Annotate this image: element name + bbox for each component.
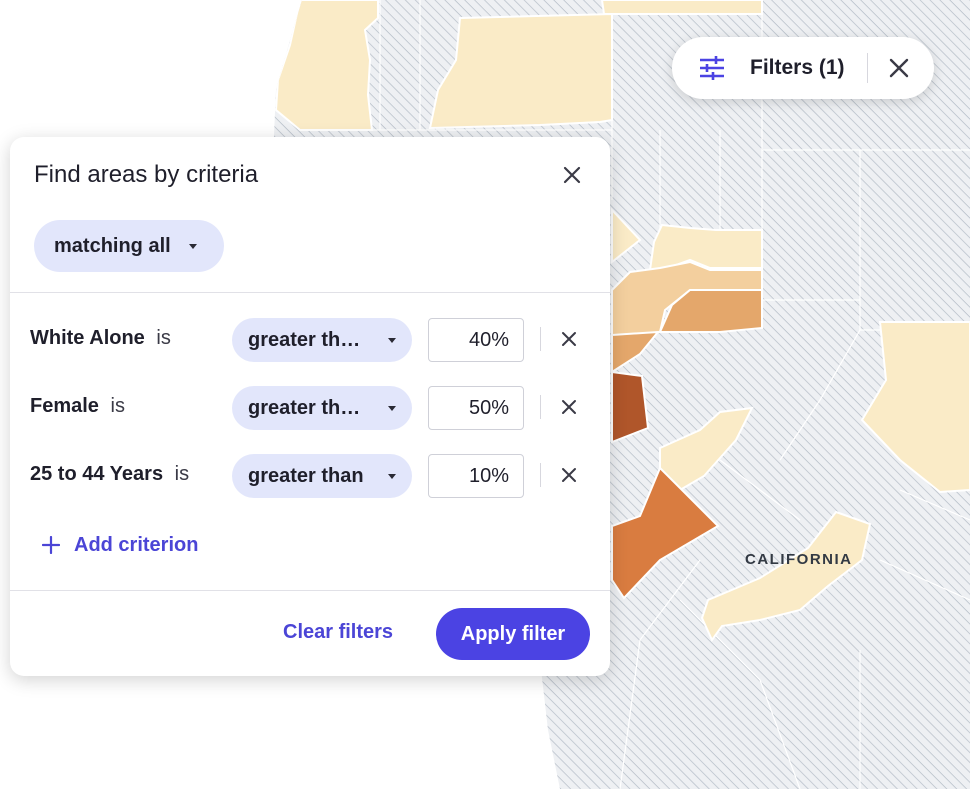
remove-criterion-icon[interactable] xyxy=(561,331,577,347)
match-mode-dropdown[interactable]: matching all xyxy=(34,220,224,272)
divider xyxy=(540,327,541,351)
apply-filter-button[interactable]: Apply filter xyxy=(436,608,590,660)
close-icon[interactable] xyxy=(889,58,909,78)
divider xyxy=(10,590,610,591)
operator-label: greater than xyxy=(248,464,364,487)
operator-dropdown[interactable]: greater than xyxy=(232,454,412,498)
divider xyxy=(540,395,541,419)
caret-down-icon xyxy=(388,406,396,411)
plus-icon xyxy=(42,536,60,554)
value-input[interactable] xyxy=(428,454,524,498)
county-mid-2 xyxy=(648,223,763,272)
criterion-field: 25 to 44 Years xyxy=(30,463,164,485)
criterion-label: Female is xyxy=(30,395,125,418)
add-criterion-label: Add criterion xyxy=(74,533,199,556)
match-mode-label: matching all xyxy=(54,234,171,257)
county-north-1 xyxy=(274,0,379,131)
panel-title: Find areas by criteria xyxy=(34,161,259,188)
operator-label: greater th… xyxy=(248,328,361,351)
criteria-panel: Find areas by criteria matching all Whit… xyxy=(10,137,610,676)
criterion-row: Female is greater th… xyxy=(10,384,610,430)
criterion-is: is xyxy=(174,463,190,485)
county-north-3 xyxy=(600,0,763,15)
clear-filters-pill-button[interactable] xyxy=(886,55,912,81)
divider xyxy=(866,53,868,83)
remove-criterion-icon[interactable] xyxy=(561,399,577,415)
region-label-california: CALIFORNIA xyxy=(745,551,853,568)
remove-criterion-icon[interactable] xyxy=(561,467,577,483)
close-icon[interactable] xyxy=(560,163,584,187)
caret-down-icon xyxy=(388,338,396,343)
criterion-label: 25 to 44 Years is xyxy=(30,463,189,486)
filters-summary-pill[interactable]: Filters (1) xyxy=(672,37,934,99)
add-criterion-button[interactable]: Add criterion xyxy=(42,531,198,559)
operator-dropdown[interactable]: greater th… xyxy=(232,318,412,362)
caret-down-icon xyxy=(188,243,197,249)
tune-sliders-icon[interactable] xyxy=(698,54,726,82)
criterion-label: White Alone is xyxy=(30,327,171,350)
criterion-row: White Alone is greater th… xyxy=(10,316,610,362)
divider xyxy=(10,292,610,293)
caret-down-icon xyxy=(388,474,396,479)
criterion-is: is xyxy=(110,395,125,417)
operator-label: greater th… xyxy=(248,396,361,419)
clear-filters-button[interactable]: Clear filters xyxy=(283,621,393,644)
criterion-field: Female xyxy=(30,395,99,417)
criterion-field: White Alone xyxy=(30,327,145,349)
criterion-row: 25 to 44 Years is greater than xyxy=(10,452,610,498)
filters-count-label[interactable]: Filters (1) xyxy=(750,56,845,80)
value-input[interactable] xyxy=(428,386,524,430)
operator-dropdown[interactable]: greater th… xyxy=(232,386,412,430)
divider xyxy=(540,463,541,487)
value-input[interactable] xyxy=(428,318,524,362)
criterion-is: is xyxy=(156,327,171,349)
